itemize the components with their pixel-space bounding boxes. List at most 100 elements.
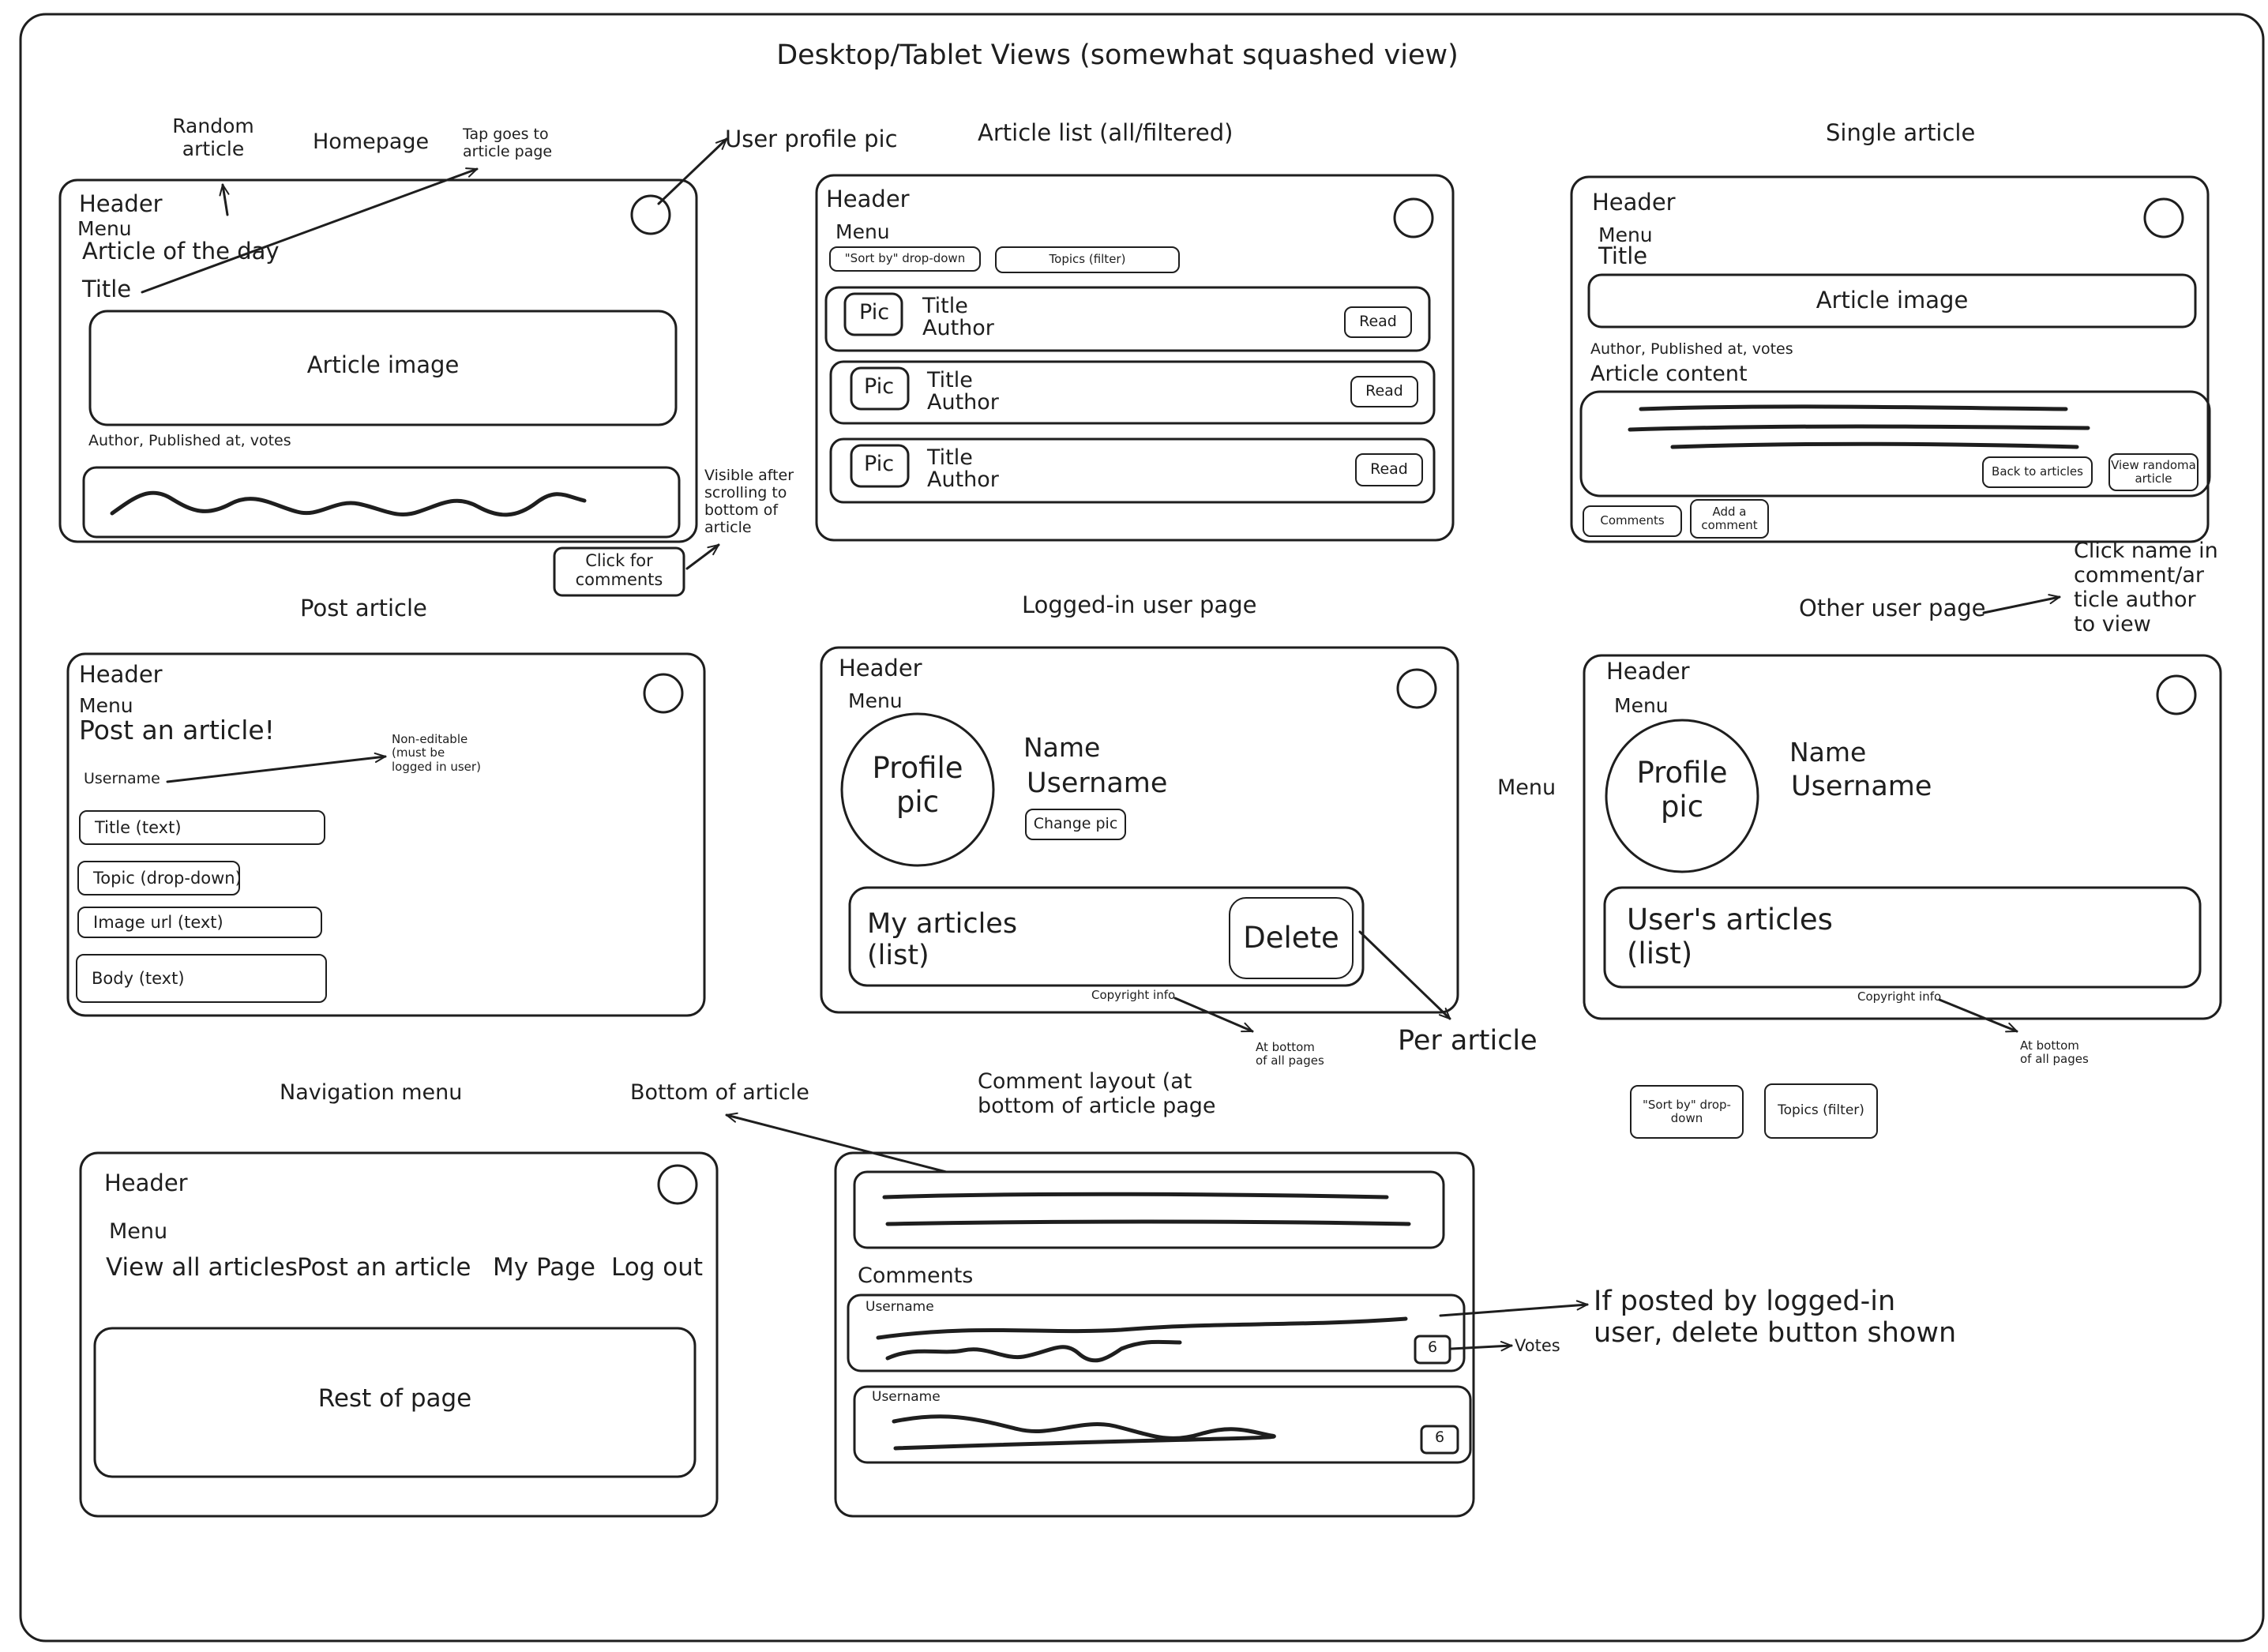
homepage-article-image: Article image	[306, 351, 460, 378]
article-pic: Pic	[864, 452, 895, 476]
logged-in-menu[interactable]: Menu	[848, 689, 903, 713]
copyright-info: Copyright info	[1857, 989, 1942, 1004]
comment-username[interactable]: Username	[866, 1299, 934, 1316]
profile-username: Username	[1027, 768, 1168, 799]
username-arrow	[166, 752, 387, 783]
nav-menu-label: Navigation menu	[280, 1080, 463, 1105]
nav-log-out[interactable]: Log out	[611, 1253, 703, 1282]
random-arrow	[219, 183, 230, 216]
topics-filter[interactable]: Topics (filter)	[1764, 1083, 1878, 1139]
content-line-2	[1628, 424, 2090, 432]
article-author[interactable]: Author	[927, 467, 999, 492]
delete-button[interactable]: Delete	[1229, 897, 1354, 979]
nav-menu-frame	[79, 1151, 719, 1518]
read-button[interactable]: Read	[1350, 376, 1418, 407]
topics-filter[interactable]: Topics (filter)	[995, 246, 1180, 273]
comment-2-line	[892, 1414, 1276, 1451]
comment-box-2	[853, 1385, 1472, 1464]
comments-arrow	[685, 543, 720, 570]
article-title[interactable]: Title	[927, 445, 973, 470]
article-pic: Pic	[859, 300, 890, 325]
sort-by-dropdown[interactable]: "Sort by" drop- down	[1630, 1085, 1744, 1139]
copyright-info: Copyright info	[1091, 988, 1176, 1002]
delete-button-note: If posted by logged-in user, delete butt…	[1594, 1286, 1957, 1350]
delete-arrow	[1358, 930, 1451, 1020]
content-line-1	[1639, 404, 2068, 411]
tap-arrow	[141, 167, 479, 294]
comment-layout-label: Comment layout (at bottom of article pag…	[978, 1069, 1216, 1119]
article-list-row-3	[829, 437, 1436, 504]
article-list-frame	[815, 174, 1455, 542]
bottom-of-pages-note: At bottom of all pages	[1256, 1040, 1324, 1068]
bottom-line-1	[882, 1192, 1389, 1200]
sort-by-dropdown[interactable]: "Sort by" drop-down	[829, 246, 981, 272]
single-article-title: Title	[1598, 242, 1648, 269]
other-user-name: Name	[1789, 737, 1867, 768]
single-article-meta: Author, Published at, votes	[1590, 340, 1793, 358]
comments-button[interactable]: Click for comments	[554, 551, 684, 589]
article-content-label: Article content	[1590, 362, 1748, 386]
other-user-menu[interactable]: Menu	[1614, 694, 1669, 718]
post-article-heading: Post an article!	[79, 715, 275, 745]
article-list-menu[interactable]: Menu	[835, 220, 890, 244]
comment-1-scribble	[885, 1339, 1182, 1363]
non-editable-note: Non-editable (must be logged in user)	[392, 732, 481, 774]
bottom-of-article-note: Bottom of article	[630, 1080, 809, 1105]
topic-dropdown[interactable]: Topic (drop-down)	[77, 861, 242, 895]
other-user-small-circle	[2156, 674, 2197, 715]
post-article-profile-circle	[643, 673, 684, 714]
homepage-scribble	[110, 490, 587, 517]
other-user-page-label: Other user page	[1799, 595, 1986, 621]
comments-button[interactable]: Comments	[1583, 505, 1682, 537]
username-label: Username	[84, 770, 160, 787]
nav-view-all-articles[interactable]: View all articles	[106, 1253, 298, 1282]
homepage-title: Title	[82, 276, 132, 302]
post-article-header: Header	[79, 661, 163, 688]
change-pic-button[interactable]: Change pic	[1025, 809, 1126, 840]
body-field[interactable]: Body (text)	[76, 954, 327, 1003]
profile-name: Name	[1023, 732, 1101, 763]
click-name-note: Click name in comment/ar ticle author to…	[2074, 539, 2218, 637]
other-user-arrow	[1982, 594, 2061, 614]
votes-label: Votes	[1515, 1336, 1560, 1355]
per-article-note: Per article	[1398, 1025, 1538, 1057]
view-random-article-button[interactable]: View randoma article	[2108, 453, 2199, 491]
back-to-articles-button[interactable]: Back to articles	[1982, 456, 2093, 488]
image-url-field[interactable]: Image url (text)	[77, 907, 322, 938]
copyright-arrow-1	[1173, 997, 1254, 1033]
bottom-line-2	[885, 1219, 1411, 1226]
profile-pic-note: User profile pic	[725, 126, 898, 152]
title-field[interactable]: Title (text)	[79, 810, 325, 845]
my-articles-list[interactable]: My articles (list)	[867, 908, 1017, 972]
read-button[interactable]: Read	[1355, 453, 1423, 486]
copyright-arrow-2	[1938, 998, 2018, 1033]
article-list-row-2	[829, 360, 1436, 425]
content-line-3	[1670, 441, 2079, 449]
visible-after-note: Visible after scrolling to bottom of art…	[704, 467, 794, 536]
article-title[interactable]: Title	[927, 368, 973, 392]
nav-menu[interactable]: Menu	[109, 1219, 167, 1244]
article-bottom-box	[853, 1170, 1445, 1249]
menu-label: Menu	[1497, 775, 1556, 800]
comment-votes[interactable]: 6	[1421, 1429, 1458, 1447]
article-author[interactable]: Author	[927, 390, 999, 415]
nav-my-page[interactable]: My Page	[493, 1253, 595, 1282]
homepage-label: Homepage	[313, 130, 430, 154]
article-pic: Pic	[864, 374, 895, 399]
users-articles-list[interactable]: User's articles (list)	[1627, 903, 1833, 971]
add-comment-button[interactable]: Add a comment	[1690, 499, 1769, 539]
nav-post-article[interactable]: Post an article	[297, 1253, 471, 1282]
article-list-row-1	[824, 286, 1431, 352]
read-button[interactable]: Read	[1344, 306, 1412, 338]
article-author[interactable]: Author	[922, 316, 994, 340]
single-article-label: Single article	[1826, 119, 1976, 146]
logged-in-small-circle	[1396, 668, 1437, 709]
article-of-day-label: Article of the day	[82, 238, 280, 265]
comment-username[interactable]: Username	[872, 1389, 941, 1406]
article-title[interactable]: Title	[922, 294, 968, 318]
post-article-label: Post article	[300, 595, 427, 621]
comment-votes[interactable]: 6	[1415, 1338, 1450, 1357]
article-list-profile-circle	[1393, 197, 1434, 238]
rest-of-page: Rest of page	[317, 1384, 472, 1413]
profile-pic: Profile pic	[872, 751, 963, 819]
